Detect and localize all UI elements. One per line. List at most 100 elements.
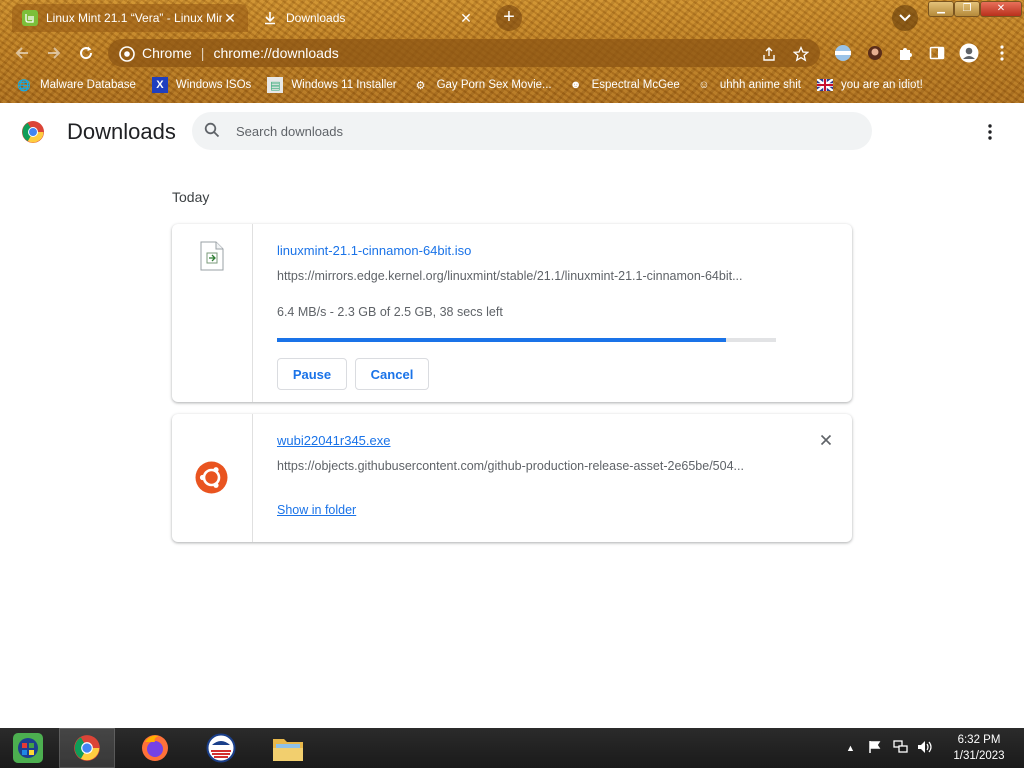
address-bar[interactable]: Chrome | chrome://downloads: [108, 39, 820, 67]
reload-icon: [80, 46, 93, 60]
toolbar: Chrome | chrome://downloads: [0, 36, 1024, 70]
taskbar-app[interactable]: [193, 728, 249, 768]
search-input[interactable]: [236, 121, 836, 141]
kebab-menu-icon[interactable]: [991, 42, 1013, 64]
arrow-left-icon: [15, 47, 28, 59]
chrome-icon: [74, 735, 100, 761]
start-orb-icon: [13, 733, 43, 763]
page-icon: ▤: [267, 77, 284, 93]
tab-search-button[interactable]: [892, 5, 918, 31]
bookmark-you-are-an-idiot[interactable]: you are an idiot!: [817, 77, 923, 93]
close-icon: [820, 434, 832, 446]
tab-title: Linux Mint 21.1 “Vera” - Linux Mint: [46, 11, 222, 25]
x-logo-icon: X: [151, 77, 168, 93]
clock-date: 1/31/2023: [953, 750, 1005, 762]
site-label: Chrome: [142, 45, 192, 61]
chrome-icon: [118, 45, 136, 63]
share-icon[interactable]: [760, 45, 778, 63]
file-url: https://mirrors.edge.kernel.org/linuxmin…: [277, 269, 743, 283]
download-item: linuxmint-21.1-cinnamon-64bit.iso https:…: [172, 224, 852, 402]
bookmark-label: uhhh anime shit: [719, 79, 802, 91]
file-icon: [200, 241, 224, 276]
file-url: https://objects.githubusercontent.com/gi…: [277, 459, 744, 473]
bookmark-anime[interactable]: ☺ uhhh anime shit: [696, 77, 801, 93]
generic-icon: 🌐: [17, 79, 31, 92]
bookmark-malware-database[interactable]: 🌐 Malware Database: [16, 77, 136, 93]
favicon-icon: ☻: [569, 79, 582, 91]
search-box[interactable]: [192, 112, 872, 150]
bookmarks-bar: 🌐 Malware Database X Windows ISOs ▤ Wind…: [0, 73, 1024, 97]
linux-mint-icon: [22, 10, 38, 26]
kebab-menu-icon: [988, 124, 992, 140]
bookmark-windows-isos[interactable]: X Windows ISOs: [151, 77, 252, 93]
uk-flag-icon: [817, 77, 834, 93]
extension-icon[interactable]: [832, 42, 854, 64]
maximize-button[interactable]: ❐: [954, 1, 980, 17]
cancel-button[interactable]: Cancel: [355, 358, 429, 390]
show-hidden-icons[interactable]: ▲: [846, 743, 855, 753]
page-title: Downloads: [67, 119, 176, 144]
flag-icon[interactable]: [868, 740, 882, 757]
reload-button[interactable]: [73, 40, 99, 66]
minimize-button[interactable]: ▁: [928, 1, 954, 17]
bookmark-4[interactable]: ⚙ Gay Porn Sex Movie...: [413, 77, 552, 93]
show-in-folder-link[interactable]: Show in folder: [277, 503, 356, 517]
pause-button[interactable]: Pause: [277, 358, 347, 390]
clock[interactable]: 6:32 PM 1/31/2023: [944, 732, 1014, 764]
tab-downloads[interactable]: Downloads ✕: [252, 4, 484, 32]
bookmark-label: you are an idiot!: [841, 79, 923, 91]
logo-icon: [206, 733, 236, 763]
downloads-header: Downloads: [0, 103, 1024, 159]
file-icon-column: [172, 414, 253, 542]
taskbar-file-explorer[interactable]: [260, 728, 316, 768]
taskbar: ▲ 6:32 PM 1/31/2023: [0, 728, 1024, 768]
taskbar-chrome[interactable]: [59, 728, 115, 768]
divider: |: [200, 45, 205, 61]
close-window-button[interactable]: ✕: [980, 1, 1022, 17]
puzzle-icon[interactable]: [895, 42, 917, 64]
start-button[interactable]: [0, 728, 56, 768]
file-icon-column: [172, 224, 253, 402]
firefox-icon: [142, 735, 168, 761]
ubuntu-icon: [195, 461, 228, 499]
star-icon[interactable]: [792, 45, 810, 63]
favicon-icon: ⚙: [415, 79, 426, 92]
back-button[interactable]: [9, 40, 35, 66]
clock-time: 6:32 PM: [957, 734, 1001, 746]
date-heading: Today: [172, 189, 210, 205]
download-item: wubi22041r345.exe https://objects.github…: [172, 414, 852, 542]
file-name-link[interactable]: linuxmint-21.1-cinnamon-64bit.iso: [277, 243, 471, 258]
chrome-logo-icon: [21, 120, 45, 149]
progress-fill: [277, 338, 727, 342]
arrow-right-icon: [48, 47, 61, 59]
taskbar-firefox[interactable]: [127, 728, 183, 768]
file-name-link[interactable]: wubi22041r345.exe: [277, 433, 390, 448]
browser-frame: Linux Mint 21.1 “Vera” - Linux Mint ✕ Do…: [0, 0, 1024, 103]
close-icon[interactable]: ✕: [458, 10, 474, 27]
download-icon: [262, 10, 278, 26]
chevron-down-icon: [899, 14, 911, 22]
bookmark-espectral-mcgee[interactable]: ☻ Espectral McGee: [568, 77, 680, 93]
bookmark-label: Malware Database: [40, 79, 136, 91]
remove-item-button[interactable]: [815, 429, 837, 451]
bookmark-label: Windows ISOs: [175, 79, 252, 91]
bookmark-label: Espectral McGee: [591, 79, 680, 91]
network-icon[interactable]: [893, 740, 909, 757]
tab-linux-mint[interactable]: Linux Mint 21.1 “Vera” - Linux Mint ✕: [12, 4, 248, 32]
download-status: 6.4 MB/s - 2.3 GB of 2.5 GB, 38 secs lef…: [277, 305, 503, 319]
more-actions-button[interactable]: [978, 120, 1002, 144]
side-panel-icon[interactable]: [926, 42, 948, 64]
progress-bar: [277, 338, 776, 342]
tab-title: Downloads: [286, 11, 346, 25]
new-tab-button[interactable]: +: [496, 5, 522, 31]
volume-icon[interactable]: [917, 740, 933, 757]
forward-button[interactable]: [41, 40, 67, 66]
extension-avatar-icon[interactable]: [864, 42, 886, 64]
bookmark-label: Gay Porn Sex Movie...: [436, 79, 552, 91]
search-icon: [204, 122, 220, 143]
profile-icon[interactable]: [958, 42, 980, 64]
close-icon[interactable]: ✕: [222, 10, 238, 27]
folder-icon: [273, 739, 303, 761]
url-text: chrome://downloads: [213, 45, 339, 61]
bookmark-windows-11-installer[interactable]: ▤ Windows 11 Installer: [267, 77, 397, 93]
